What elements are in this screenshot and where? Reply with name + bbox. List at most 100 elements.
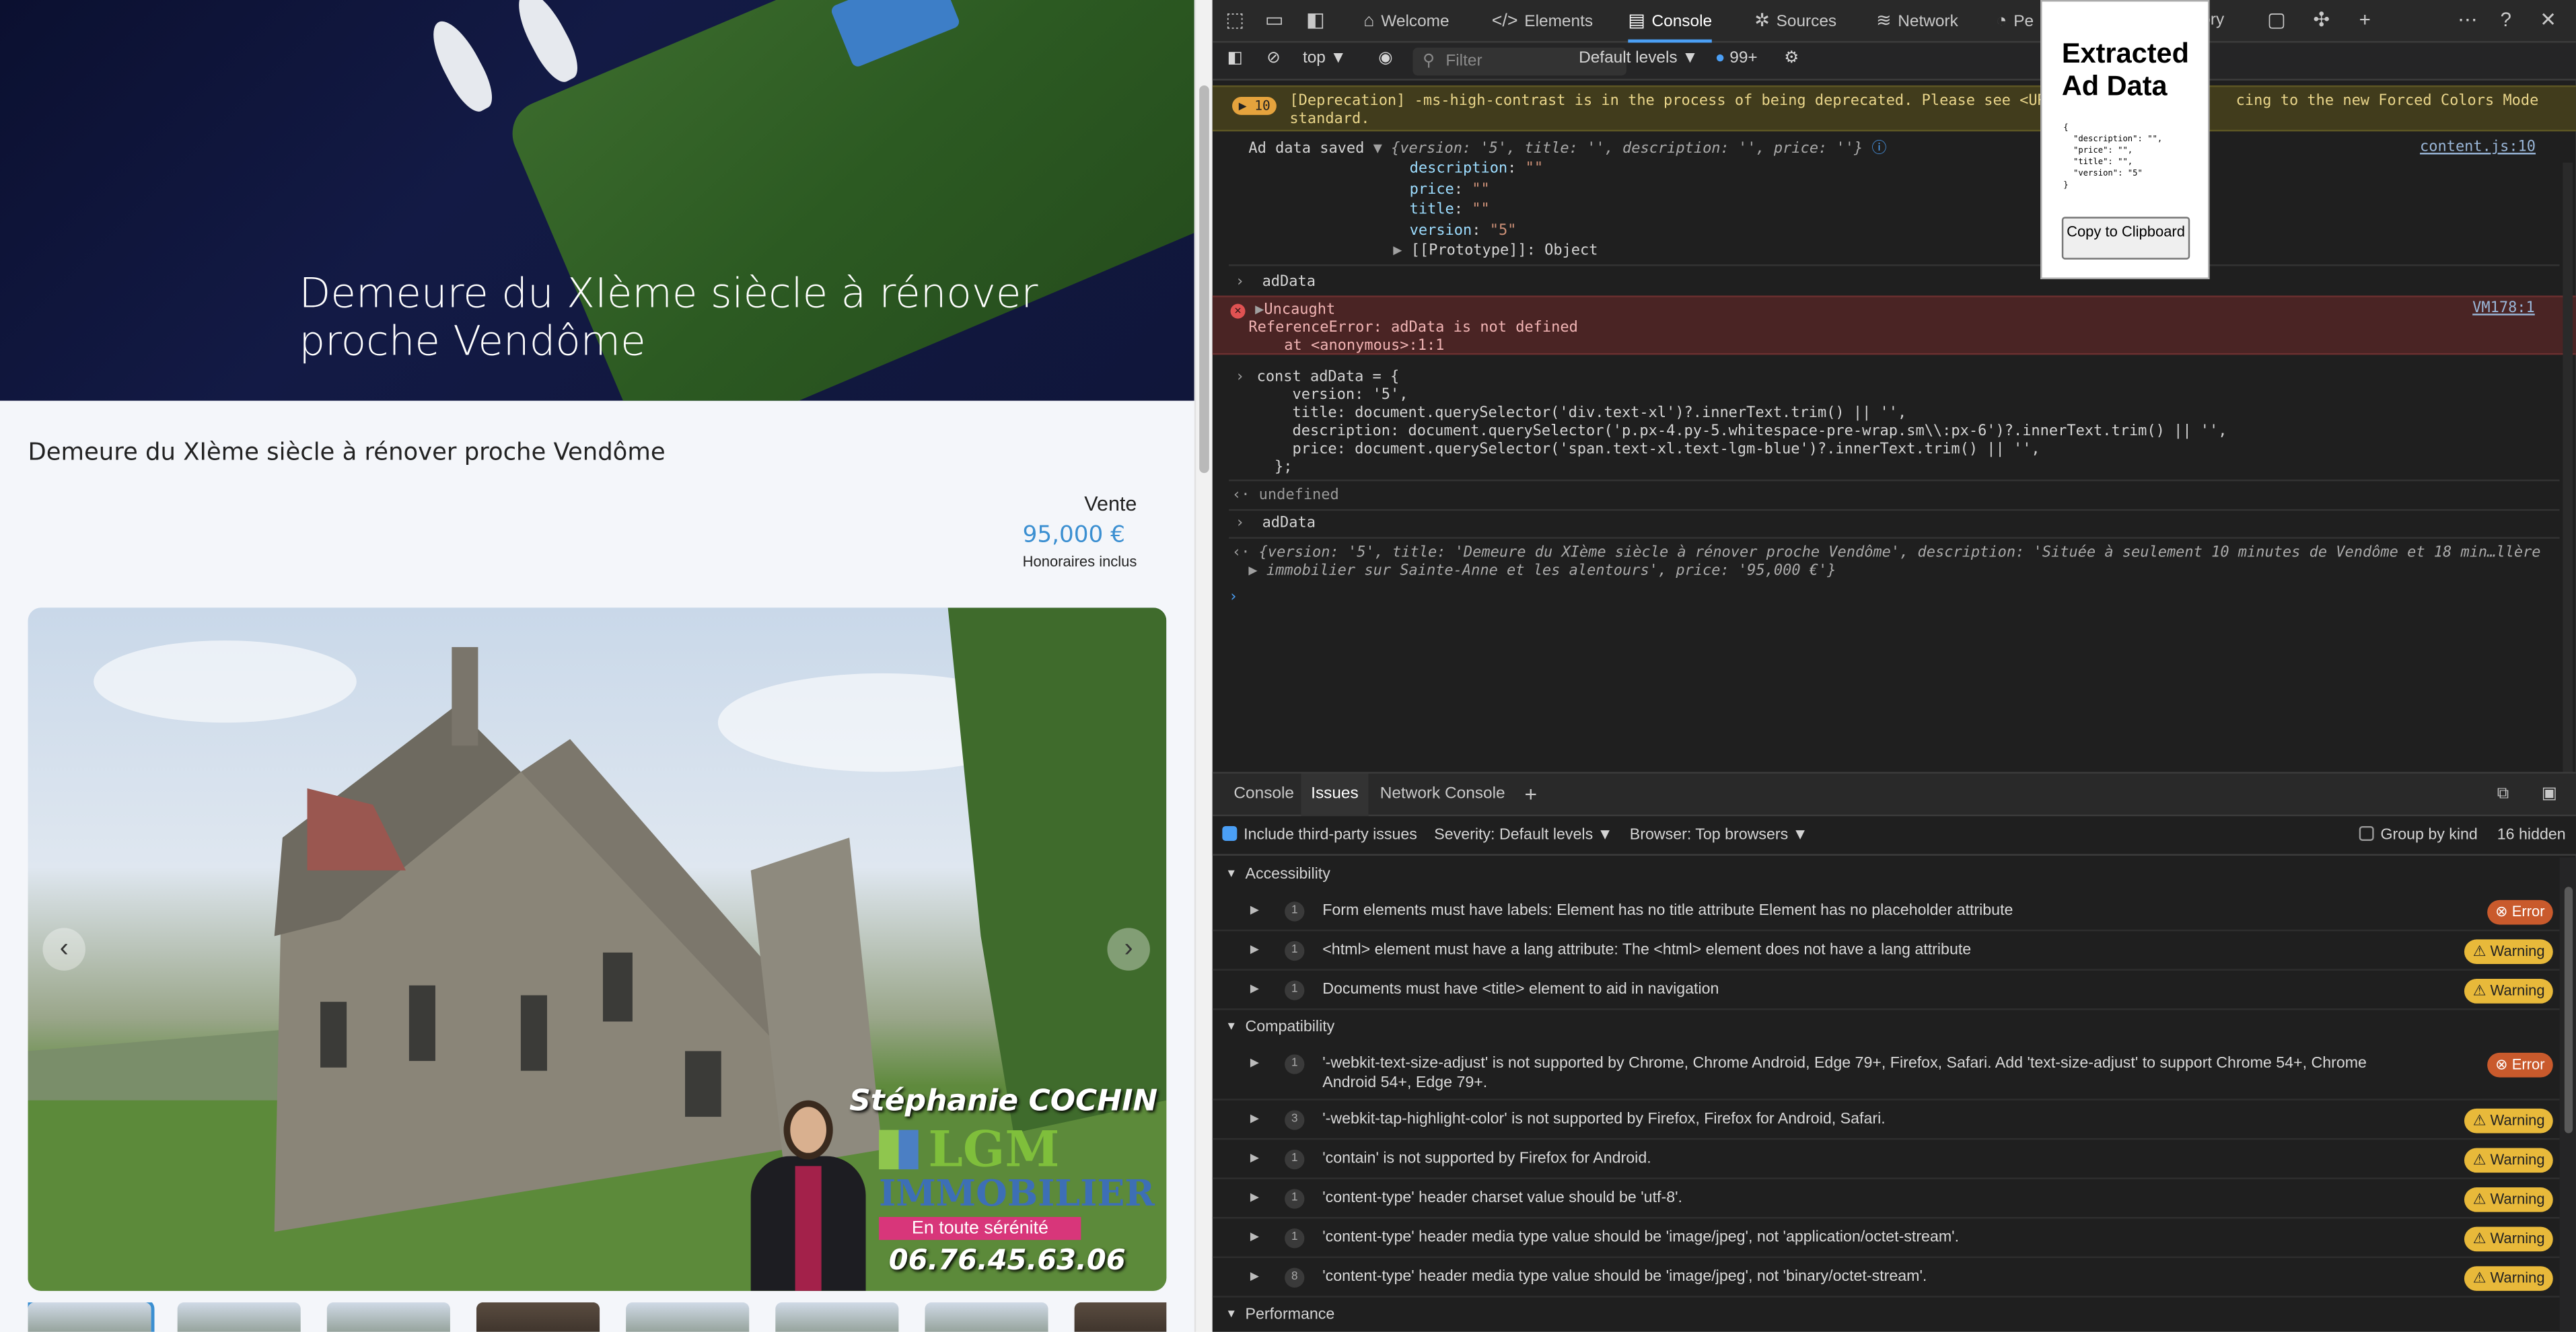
add-drawer-tab-icon[interactable]: + [1515,774,1547,816]
log-levels-dropdown[interactable]: Default levels ▼ [1579,49,1698,67]
tab-welcome[interactable]: ⌂ Welcome [1363,0,1449,42]
help-icon[interactable]: ? [2501,8,2511,31]
sidebar-toggle-icon[interactable]: ◧ [1227,49,1243,67]
object-property: title: "" [1409,202,1490,219]
inspect-icon[interactable]: ⬚ [1225,8,1244,31]
drawer-tab-network-console[interactable]: Network Console [1370,774,1515,816]
severity-dropdown[interactable]: Severity: Default levels ▼ [1434,826,1612,844]
group-by-kind-checkbox[interactable]: Group by kind [2359,825,2478,844]
chevron-right-icon: › [1124,934,1133,963]
category-performance[interactable]: ▼ Performance [1213,1299,2560,1332]
agent-photo [750,1100,866,1291]
issue-row[interactable]: ▶ 1 '-webkit-text-size-adjust' is not sup… [1212,1045,2560,1101]
warning-icon: ⚠ [2472,982,2486,999]
copy-to-clipboard-button[interactable]: Copy to Clipboard [2061,217,2190,260]
thumbnail[interactable] [326,1302,450,1332]
category-accessibility[interactable]: ▼ Accessibility [1213,859,2560,892]
thumbnail[interactable] [28,1302,155,1332]
extensions-icon[interactable]: ✣ [2313,8,2330,31]
thumbnail[interactable] [925,1302,1048,1332]
hidden-count: 16 hidden [2497,825,2566,844]
code-line: price: document.querySelector('span.text… [1256,441,2040,459]
device-emulation-icon[interactable]: ▭ [1265,8,1284,31]
warning-icon: ⚠ [2472,1269,2486,1286]
bug-icon: ✲ [1754,11,1770,32]
issue-row[interactable]: ▶ 1 Documents must have <title> element t… [1212,971,2560,1010]
chevron-left-icon: ‹ [59,934,69,963]
popup-title: Extracted Ad Data [2061,38,2189,102]
thumbnail[interactable] [476,1302,600,1332]
undock-drawer-icon[interactable]: ⧉ [2487,774,2519,816]
expand-icon: ▼ [1225,868,1238,881]
context-selector[interactable]: top ▼ [1303,49,1347,67]
tab-elements[interactable]: </> Elements [1492,0,1593,42]
error-message[interactable]: ✕ ▶Uncaught ReferenceError: adData is no… [1212,295,2576,355]
more-options-icon[interactable]: ⋯ [2458,8,2477,31]
issues-scrollbar[interactable] [2559,857,2576,1332]
close-drawer-icon[interactable]: ▣ [2532,774,2567,816]
source-link[interactable]: content.js:10 [2420,140,2536,156]
dock-icon[interactable]: ◧ [1306,8,1325,31]
issue-row[interactable]: ▶ 1 Form elements must have labels: Eleme… [1212,892,2560,932]
issue-row[interactable]: ▶ 1 'contain' is not supported by Firefox… [1212,1140,2560,1179]
thumbnail[interactable] [626,1302,750,1332]
hero-boat [507,0,587,88]
expand-icon: ▶ [1250,984,1259,996]
clear-console-icon[interactable]: ⊘ [1266,49,1280,67]
home-icon: ⌂ [1363,11,1375,32]
warning-badge: ⚠ Warning [2464,979,2553,1004]
tab-sources[interactable]: ✲ Sources [1754,0,1836,42]
live-expression-icon[interactable]: ◉ [1378,49,1392,67]
prototype-row[interactable]: ▶ [[Prototype]]: Object [1393,242,1598,261]
listing-photo[interactable]: Stéphanie COCHIN LGM IMMOBILIER En toute… [28,607,1167,1291]
error-stack: at <anonymous>:1:1 [1248,338,1445,355]
tab-performance[interactable]: ◔ Pe [1996,0,2034,42]
application-icon[interactable]: ▢ [2267,8,2286,31]
issues-scrollbar-thumb[interactable] [2564,887,2573,1134]
tab-console[interactable]: ▤ Console [1628,0,1713,43]
issue-row[interactable]: ▶ 3 '-webkit-tap-highlight-color' is not … [1212,1101,2560,1140]
warning-icon: ⚠ [2472,942,2486,959]
issues-toolbar: Include third-party issues Severity: Def… [1212,816,2576,856]
warning-badge: ⚠ Warning [2464,1266,2553,1291]
console-prompt[interactable]: › [1229,588,1238,607]
drawer-tab-bar: Console Issues Network Console + ⧉ ▣ [1212,772,2576,817]
thumbnail[interactable] [775,1302,899,1332]
console-settings-icon[interactable]: ⚙ [1784,49,1799,67]
warning-icon: ⚠ [2472,1230,2486,1247]
drawer-tab-issues[interactable]: Issues [1301,773,1369,817]
object-property: description: "" [1409,161,1544,178]
next-photo-button[interactable]: › [1107,928,1150,971]
category-compatibility[interactable]: ▼ Compatibility [1213,1012,2560,1045]
thumbnail[interactable] [177,1302,301,1332]
hero-boat [422,13,501,118]
console-input-echo: › adData [1235,515,1316,532]
logo-tagline: En toute sérénité [879,1217,1081,1241]
issues-counter[interactable]: ● 99+ [1715,49,1758,67]
result-object[interactable]: ‹· {version: '5', title: 'Demeure du XIè… [1232,544,2541,563]
issue-row[interactable]: ▶ 1 'content-type' header media type valu… [1212,1218,2560,1259]
page-scrollbar[interactable] [1194,0,1213,1332]
browser-dropdown[interactable]: Browser: Top browsers ▼ [1630,826,1808,844]
error-badge: ⊗ Error [2486,899,2553,925]
close-devtools-icon[interactable]: ✕ [2540,8,2556,31]
tab-network[interactable]: ≋ Network [1876,0,1958,42]
page-title: Demeure du XIème siècle à rénover proche… [28,440,666,467]
add-tab-icon[interactable]: + [2359,8,2371,31]
page-scrollbar-thumb[interactable] [1199,85,1209,474]
console-scrollbar[interactable] [2563,162,2573,836]
deprecation-warning[interactable]: ▶ 10 [Deprecation] -ms-high-contrast is … [1212,85,2576,132]
issue-row[interactable]: ▶ 1 'content-type' header charset value s… [1212,1179,2560,1219]
lgm-logo: LGM IMMOBILIER En toute sérénité [879,1126,1158,1242]
third-party-checkbox[interactable]: Include third-party issues [1222,825,1417,844]
error-source-link[interactable]: VM178:1 [2472,301,2535,317]
issue-row[interactable]: ▶ 1 <html> element must have a lang attri… [1212,931,2560,971]
expand-icon: ▶ [1250,1192,1259,1204]
error-label: ▶Uncaught [1255,302,1336,319]
drawer-tab-console[interactable]: Console [1224,774,1304,816]
issue-row[interactable]: ▶ 8 'content-type' header media type valu… [1212,1258,2560,1298]
previous-photo-button[interactable]: ‹ [42,928,85,971]
thumbnail[interactable] [1074,1302,1167,1332]
divider [1229,509,2560,511]
warning-badge: ⚠ Warning [2464,1108,2553,1134]
